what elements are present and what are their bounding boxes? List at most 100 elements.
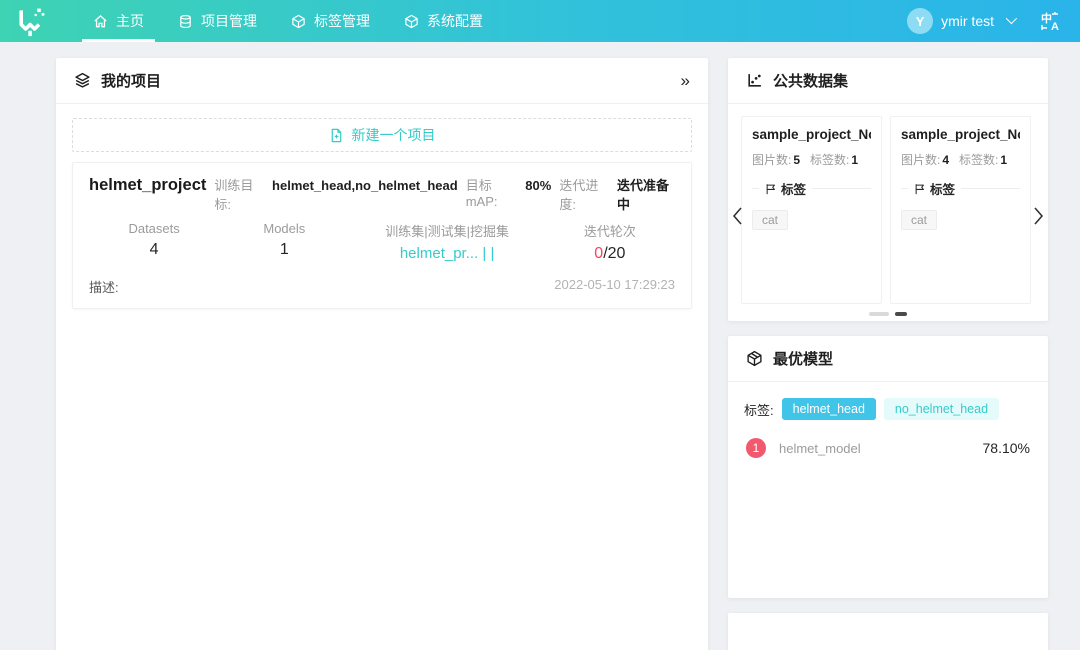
- panel-title: 我的项目: [101, 70, 161, 91]
- keyword-count-value: 1: [851, 153, 858, 167]
- create-project-label: 新建一个项目: [352, 125, 436, 145]
- stat-datasets: Datasets 4: [89, 221, 219, 263]
- home-icon: [93, 14, 108, 29]
- iteration-current: 0: [594, 245, 603, 262]
- dataset-cards-carousel: sample_project_No... 图片数:5 标签数:1 标签: [728, 104, 1048, 304]
- dot-chart-icon: [746, 72, 763, 89]
- model-name: helmet_model: [779, 441, 861, 456]
- public-datasets-header: 公共数据集: [728, 58, 1048, 104]
- cube-icon: [291, 14, 306, 29]
- keyword-count-label: 标签数:: [810, 153, 849, 167]
- main-content: 我的项目 » 新建一个项目 helmet_project 训练目标: helme…: [0, 42, 1080, 650]
- keyword-count: 标签数:1: [959, 151, 1007, 168]
- language-toggle-button[interactable]: 中 A: [1040, 10, 1062, 32]
- labels-divider-label: 标签: [930, 179, 955, 198]
- keywords-label: 标签:: [744, 400, 774, 419]
- target-map-label: 目标mAP:: [466, 175, 518, 209]
- create-project-button[interactable]: 新建一个项目: [72, 118, 692, 152]
- layers-icon: [74, 72, 91, 89]
- best-models-body: 标签: helmet_head no_helmet_head 1 helmet_…: [728, 382, 1048, 474]
- tag-chip: cat: [901, 210, 937, 230]
- train-goal-value: helmet_head,no_helmet_head: [272, 178, 458, 193]
- model-map-value: 78.10%: [983, 440, 1030, 456]
- carousel-dot-active[interactable]: [895, 312, 907, 316]
- stat-iterations: 迭代轮次 0/20: [545, 221, 675, 263]
- left-column: 我的项目 » 新建一个项目 helmet_project 训练目标: helme…: [56, 58, 708, 650]
- keyword-chip-helmet-head[interactable]: helmet_head: [782, 398, 876, 420]
- nav-item-projects[interactable]: 项目管理: [161, 0, 274, 42]
- database-icon: [178, 14, 193, 29]
- carousel-indicators: [728, 312, 1048, 316]
- project-title-row: helmet_project 训练目标: helmet_head,no_helm…: [89, 175, 675, 213]
- labels-divider-label: 标签: [781, 179, 806, 198]
- file-add-icon: [329, 128, 344, 143]
- image-count-value: 5: [793, 153, 800, 167]
- train-set-link[interactable]: helmet_pr... | |: [349, 245, 544, 262]
- project-name[interactable]: helmet_project: [89, 176, 206, 195]
- dataset-stats: 图片数:4 标签数:1: [901, 151, 1020, 168]
- keyword-count-value: 1: [1000, 153, 1007, 167]
- carousel-dot[interactable]: [869, 312, 889, 316]
- iteration-stage-label: 迭代进度:: [559, 175, 609, 213]
- dataset-stats: 图片数:5 标签数:1: [752, 151, 871, 168]
- train-goal-label: 训练目标:: [214, 175, 264, 213]
- target-map-value: 80%: [525, 178, 551, 193]
- best-models-panel: 最优模型 标签: helmet_head no_helmet_head 1 he…: [728, 336, 1048, 598]
- avatar: Y: [907, 8, 933, 34]
- nav-item-label: 标签管理: [314, 11, 370, 31]
- nav-item-label: 主页: [116, 11, 144, 31]
- labels-divider: 标签: [901, 179, 1020, 198]
- keyword-count: 标签数:1: [810, 151, 858, 168]
- created-timestamp: 2022-05-10 17:29:23: [554, 277, 675, 296]
- project-stats-panel: 项目统计 Day Week Month: [728, 613, 1048, 650]
- image-count-value: 4: [942, 153, 949, 167]
- stat-label: Models: [219, 221, 349, 236]
- top-navbar: 主页 项目管理 标签管理 系统配置 Y ymir test: [0, 0, 1080, 42]
- dataset-card[interactable]: sample_project_No... 图片数:4 标签数:1 标签: [890, 116, 1031, 304]
- nav-item-home[interactable]: 主页: [76, 0, 161, 42]
- stat-train-sets: 训练集|测试集|挖掘集 helmet_pr... | |: [349, 221, 544, 263]
- ymir-logo[interactable]: [12, 4, 50, 38]
- stat-label: 迭代轮次: [545, 221, 675, 240]
- project-card-footer: 描述: 2022-05-10 17:29:23: [89, 277, 675, 296]
- translate-icon: 中 A: [1040, 10, 1062, 32]
- labels-divider-text: 标签: [912, 179, 957, 198]
- avatar-initial: Y: [916, 14, 925, 29]
- user-name: ymir test: [941, 13, 994, 29]
- stat-value: 1: [219, 241, 349, 259]
- dataset-tags: cat: [752, 210, 871, 230]
- iteration-total: /20: [603, 245, 625, 262]
- image-count: 图片数:4: [901, 151, 949, 168]
- svg-text:A: A: [1051, 21, 1059, 32]
- model-row[interactable]: 1 helmet_model 78.10%: [744, 438, 1032, 458]
- stat-value: 0/20: [545, 245, 675, 263]
- carousel-prev-button[interactable]: [730, 204, 744, 228]
- nav-item-settings[interactable]: 系统配置: [387, 0, 500, 42]
- dataset-tags: cat: [901, 210, 1020, 230]
- labels-divider: 标签: [752, 179, 871, 198]
- dataset-name: sample_project_No...: [901, 127, 1020, 142]
- flag-icon: [765, 183, 777, 195]
- panel-title: 公共数据集: [773, 70, 848, 91]
- keywords-row: 标签: helmet_head no_helmet_head: [744, 398, 1032, 420]
- nav-item-labels[interactable]: 标签管理: [274, 0, 387, 42]
- dataset-card[interactable]: sample_project_No... 图片数:5 标签数:1 标签: [741, 116, 882, 304]
- carousel-next-button[interactable]: [1032, 204, 1046, 228]
- my-projects-body: 新建一个项目 helmet_project 训练目标: helmet_head,…: [56, 104, 708, 323]
- collapse-panel-button[interactable]: »: [681, 71, 690, 91]
- dataset-name: sample_project_No...: [752, 127, 871, 142]
- user-menu[interactable]: Y ymir test: [907, 8, 1014, 34]
- stat-models: Models 1: [219, 221, 349, 263]
- description-label: 描述:: [89, 277, 119, 296]
- tag-chip: cat: [752, 210, 788, 230]
- public-datasets-panel: 公共数据集 sample_project_No... 图片数:5 标签数:1: [728, 58, 1048, 321]
- stat-label: Datasets: [89, 221, 219, 236]
- best-models-header: 最优模型: [728, 336, 1048, 382]
- keyword-count-label: 标签数:: [959, 153, 998, 167]
- nav-user-area: Y ymir test 中 A: [907, 8, 1062, 34]
- nav-item-label: 系统配置: [427, 11, 483, 31]
- project-card[interactable]: helmet_project 训练目标: helmet_head,no_helm…: [72, 162, 692, 309]
- keyword-chip-no-helmet-head[interactable]: no_helmet_head: [884, 398, 999, 420]
- flag-icon: [914, 183, 926, 195]
- stat-value: 4: [89, 241, 219, 259]
